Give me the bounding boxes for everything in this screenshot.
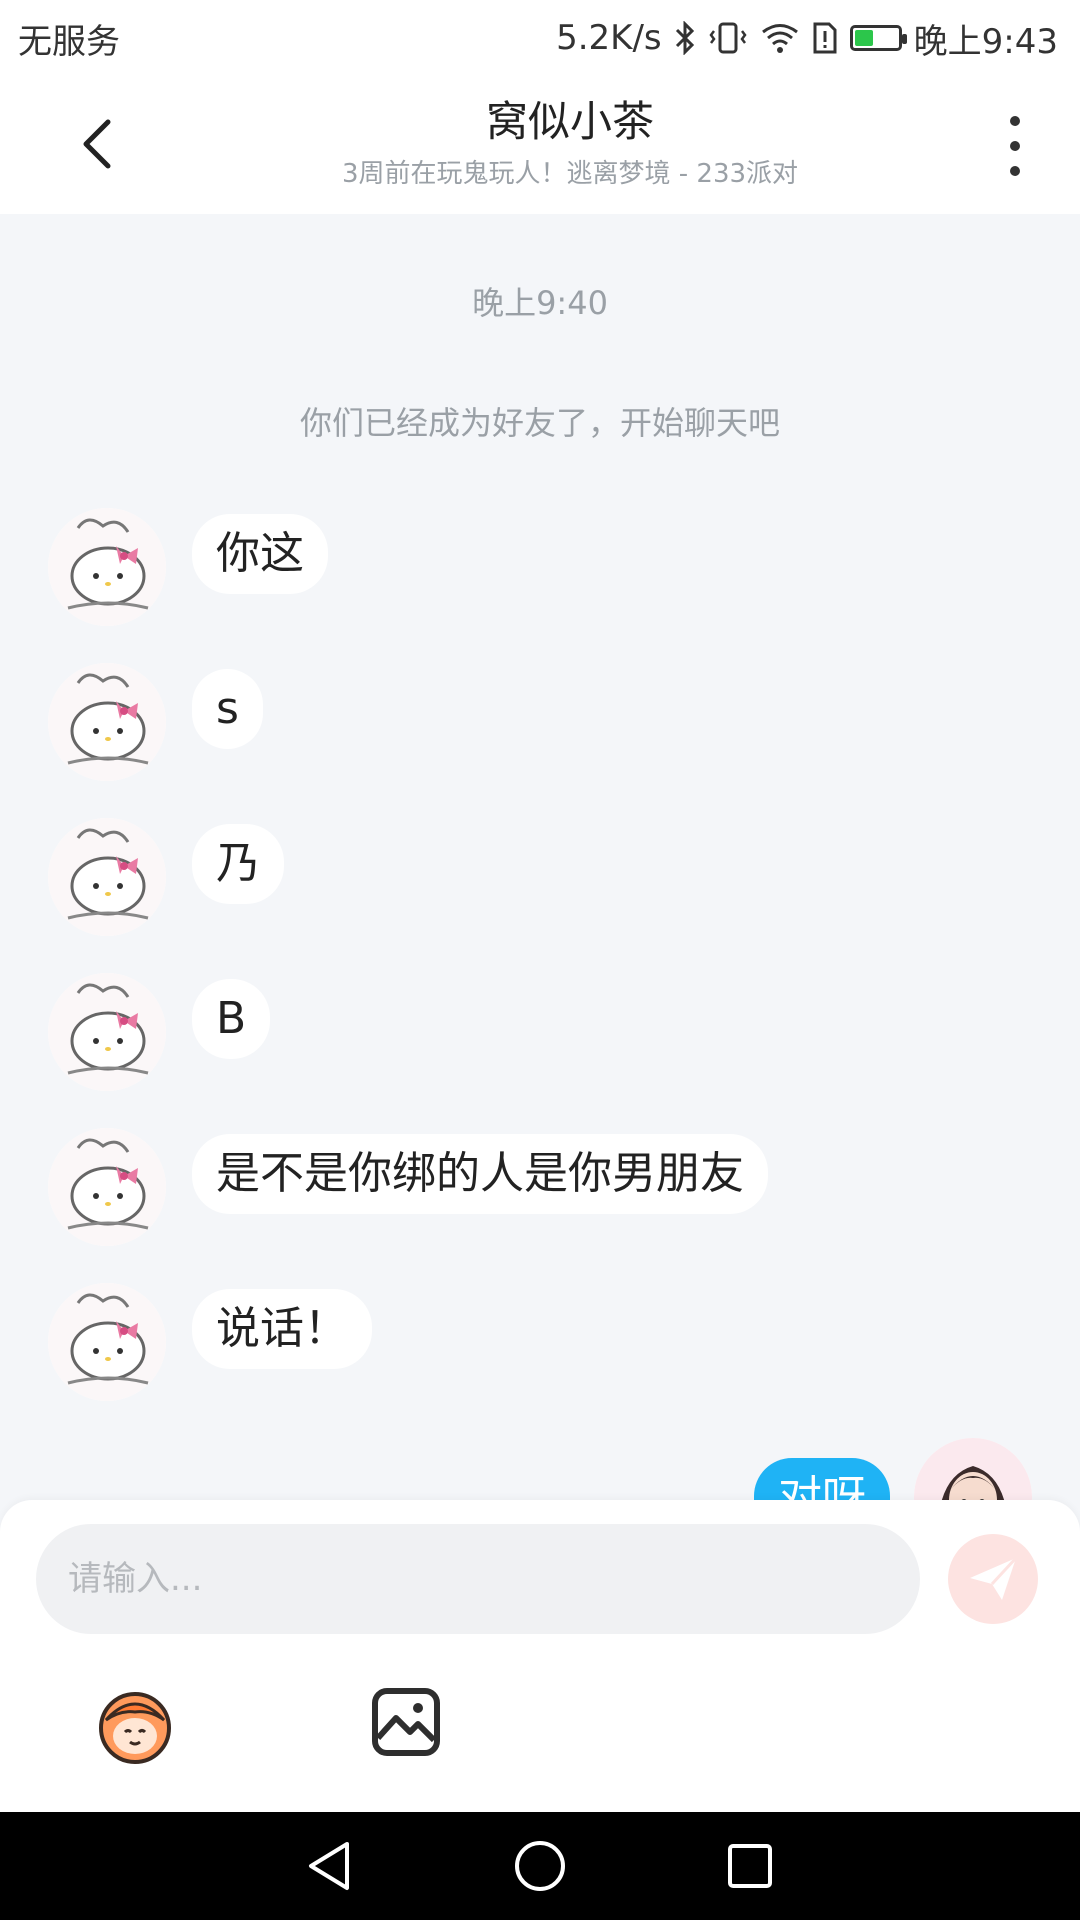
clock: 晚上9:43: [913, 21, 1058, 62]
avatar[interactable]: [48, 818, 166, 936]
image-picker-button[interactable]: [370, 1686, 442, 1758]
network-speed: 5.2K/s: [556, 18, 662, 58]
girl-avatar-icon: [914, 1438, 1032, 1500]
message-bubble[interactable]: s: [192, 669, 263, 749]
more-vertical-icon-dot: [1010, 116, 1020, 126]
message-bubble[interactable]: 你这: [192, 514, 328, 594]
nav-home-button[interactable]: [510, 1836, 570, 1896]
nav-back-button[interactable]: [300, 1836, 360, 1896]
system-nav-bar: [0, 1812, 1080, 1920]
more-vertical-icon-dot: [1010, 166, 1020, 176]
sim-alert-icon: [812, 21, 838, 55]
nav-back-icon: [309, 1842, 349, 1890]
hello-kitty-avatar-icon: [48, 818, 166, 936]
back-button[interactable]: [70, 114, 130, 174]
chat-header: 窝似小茶 3周前在玩鬼玩人！逃离梦境 - 233派对: [0, 76, 1080, 214]
incoming-message: 说话！: [48, 1283, 372, 1401]
header-subtitle: 3周前在玩鬼玩人！逃离梦境 - 233派对: [341, 159, 799, 189]
outgoing-message: 对呀: [754, 1438, 1032, 1500]
emoji-character-icon: [99, 1692, 171, 1764]
nav-recents-button[interactable]: [720, 1836, 780, 1896]
send-button[interactable]: [948, 1534, 1038, 1624]
status-icons: 5.2K/s 晚上9:43: [556, 14, 1080, 63]
incoming-message: 乃: [48, 818, 284, 936]
more-vertical-icon-dot: [1010, 141, 1020, 151]
system-message: 你们已经成为好友了，开始聊天吧: [299, 404, 780, 442]
avatar[interactable]: [48, 973, 166, 1091]
avatar[interactable]: [48, 1283, 166, 1401]
message-input-container[interactable]: [36, 1524, 920, 1634]
chat-message-list[interactable]: 晚上9:40 你们已经成为好友了，开始聊天吧 你这 s 乃 B 是不是你绑的人是…: [0, 214, 1080, 1500]
header-title-block[interactable]: 窝似小茶 3周前在玩鬼玩人！逃离梦境 - 233派对: [240, 94, 900, 192]
nav-home-icon: [515, 1841, 565, 1891]
message-bubble-outgoing[interactable]: 对呀: [754, 1458, 890, 1500]
vibrate-icon: [708, 21, 748, 55]
message-bubble[interactable]: 说话！: [192, 1289, 372, 1369]
hello-kitty-avatar-icon: [48, 1128, 166, 1246]
bluetooth-icon: [674, 21, 696, 55]
status-bar: 无服务 5.2K/s 晚上9:43: [0, 0, 1080, 76]
emoji-button[interactable]: [92, 1680, 178, 1766]
hello-kitty-avatar-icon: [48, 508, 166, 626]
hello-kitty-avatar-icon: [48, 973, 166, 1091]
more-options-button[interactable]: [990, 116, 1040, 176]
avatar[interactable]: [48, 508, 166, 626]
carrier-label: 无服务: [18, 21, 120, 62]
avatar[interactable]: [48, 663, 166, 781]
send-icon: [970, 1556, 1018, 1600]
chevron-left-icon: [83, 119, 111, 169]
battery-icon: [849, 25, 907, 51]
image-icon: [372, 1688, 440, 1756]
input-panel: [0, 1500, 1080, 1812]
incoming-message: 是不是你绑的人是你男朋友: [48, 1128, 768, 1246]
message-bubble[interactable]: B: [192, 979, 271, 1059]
message-bubble[interactable]: 乃: [192, 824, 284, 904]
self-avatar[interactable]: [914, 1438, 1032, 1500]
incoming-message: s: [48, 663, 263, 781]
hello-kitty-avatar-icon: [48, 1283, 166, 1401]
incoming-message: B: [48, 973, 271, 1091]
incoming-message: 你这: [48, 508, 328, 626]
hello-kitty-avatar-icon: [48, 663, 166, 781]
time-separator: 晚上9:40: [472, 284, 608, 322]
wifi-icon: [760, 21, 800, 55]
message-bubble[interactable]: 是不是你绑的人是你男朋友: [192, 1134, 768, 1214]
avatar[interactable]: [48, 1128, 166, 1246]
page-title: 窝似小茶: [485, 97, 654, 146]
message-input[interactable]: [66, 1558, 890, 1600]
nav-recents-icon: [728, 1844, 772, 1888]
